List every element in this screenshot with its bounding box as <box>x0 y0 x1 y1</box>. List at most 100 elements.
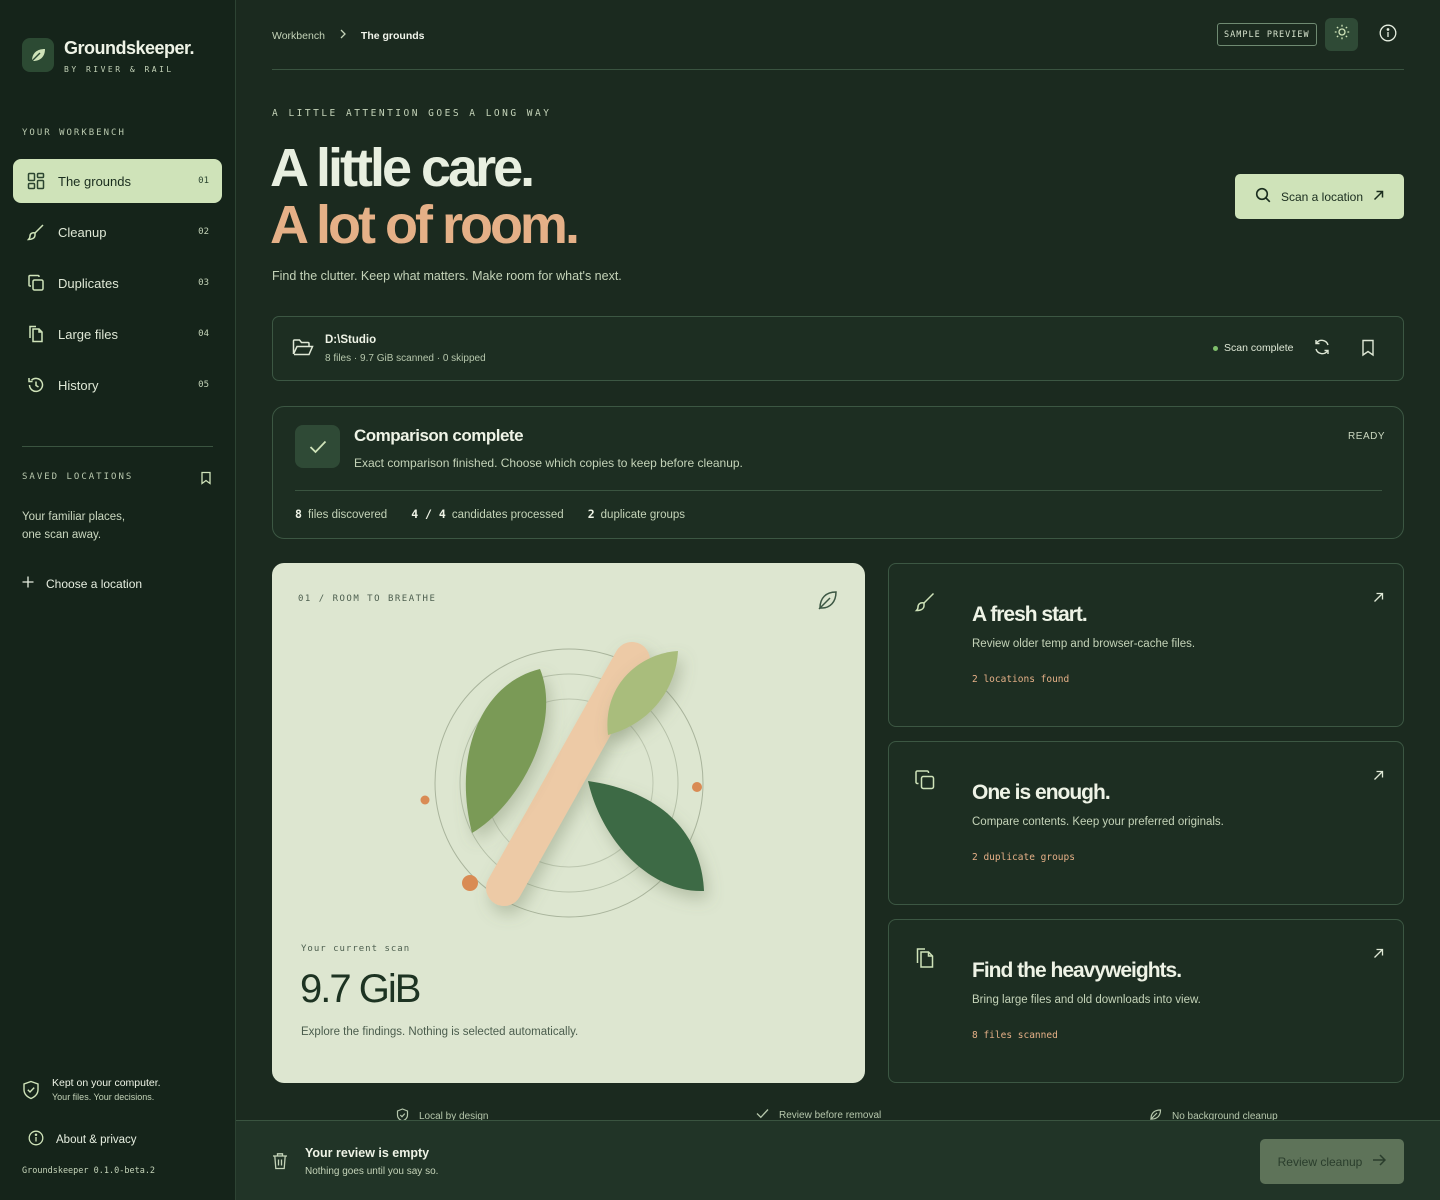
sidebar-item-number: 02 <box>198 227 209 237</box>
assurances-strip: Local by design Review before removal No… <box>236 1104 1440 1120</box>
stat-candidates-processed: 4 / 4 candidates processed <box>411 507 564 521</box>
privacy-subtitle: Your files. Your decisions. <box>52 1092 155 1102</box>
workbench-label: YOUR WORKBENCH <box>22 128 126 138</box>
comparison-description: Exact comparison finished. Choose which … <box>354 456 743 470</box>
assurance-label: Local by design <box>419 1111 489 1120</box>
copy-icon <box>26 273 46 293</box>
brush-icon <box>26 222 46 242</box>
header-divider <box>272 69 1404 70</box>
theme-toggle-button[interactable] <box>1325 18 1358 51</box>
scan-location-button[interactable]: Scan a location <box>1235 174 1404 219</box>
room-card-label: 01 / ROOM TO BREATHE <box>298 594 437 604</box>
sidebar-item-history[interactable]: History 05 <box>13 363 222 407</box>
stat-label: candidates processed <box>451 509 564 521</box>
check-icon <box>295 425 340 468</box>
sidebar-item-duplicates[interactable]: Duplicates 03 <box>13 261 222 305</box>
about-label: About & privacy <box>56 1133 137 1146</box>
history-icon <box>26 375 46 395</box>
assurance-review: Review before removal <box>756 1108 881 1120</box>
comparison-panel: Comparison complete Exact comparison fin… <box>272 406 1404 539</box>
comparison-stats: 8 files discovered 4 / 4 candidates proces… <box>295 507 685 521</box>
review-subtitle: Nothing goes until you say so. <box>305 1166 439 1177</box>
trash-icon <box>272 1152 288 1175</box>
sidebar-item-label: Large files <box>58 326 118 342</box>
brand-name: Groundskeeper. <box>64 38 195 58</box>
info-button[interactable] <box>1376 23 1400 47</box>
stat-value: 2 <box>587 507 595 521</box>
bookmark-icon[interactable] <box>1360 339 1376 362</box>
sidebar-item-the-grounds[interactable]: The grounds 01 <box>13 159 222 203</box>
current-scan-size: 9.7 GiB <box>300 967 421 1011</box>
stat-duplicate-groups: 2 duplicate groups <box>588 507 685 521</box>
review-cleanup-button[interactable]: Review cleanup <box>1260 1139 1404 1184</box>
leaf-icon <box>1149 1108 1162 1120</box>
choose-location-button[interactable]: Choose a location <box>22 576 142 591</box>
scan-status: Scan complete <box>1213 342 1293 354</box>
sidebar-item-label: Duplicates <box>58 275 119 291</box>
leaf-logo-icon <box>22 38 54 72</box>
card-find-heavyweights[interactable]: Find the heavyweights. Bring large files… <box>888 919 1404 1083</box>
card-title: One is enough. <box>972 781 1111 804</box>
plus-icon <box>22 576 34 591</box>
arrow-up-right-icon <box>1373 768 1384 786</box>
card-fresh-start[interactable]: A fresh start. Review older temp and bro… <box>888 563 1404 727</box>
sun-icon <box>1334 24 1350 45</box>
review-cleanup-label: Review cleanup <box>1277 1154 1363 1169</box>
privacy-title: Kept on your computer. <box>52 1077 161 1089</box>
card-description: Review older temp and browser-cache file… <box>972 638 1196 650</box>
saved-locations-description: Your familiar places, one scan away. <box>22 508 162 544</box>
brush-icon <box>914 591 936 618</box>
info-icon <box>1379 24 1397 47</box>
scanned-location-bar: D:\Studio 8 files · 9.7 GiB scanned · 0 … <box>272 316 1404 381</box>
breadcrumb-root[interactable]: Workbench <box>272 30 325 42</box>
sidebar: Groundskeeper. BY RIVER & RAIL YOUR WORK… <box>0 0 236 1200</box>
card-title: A fresh start. <box>972 603 1088 626</box>
arrow-up-right-icon <box>1373 190 1384 204</box>
location-meta: 8 files · 9.7 GiB scanned · 0 skipped <box>325 353 486 364</box>
assurance-label: Review before removal <box>779 1109 882 1121</box>
room-card-description: Explore the findings. Nothing is selecte… <box>301 1026 579 1038</box>
chevron-right-icon <box>339 29 347 42</box>
assurance-no-background: No background cleanup <box>1149 1108 1278 1120</box>
card-description: Compare contents. Keep your preferred or… <box>972 816 1224 828</box>
assurance-local: Local by design <box>396 1108 489 1120</box>
breadcrumb: Workbench The grounds <box>272 29 425 42</box>
status-badge: READY <box>1348 431 1385 442</box>
sample-preview-badge: SAMPLE PREVIEW <box>1217 23 1317 46</box>
folder-open-icon <box>292 338 314 363</box>
arrow-up-right-icon <box>1373 946 1384 964</box>
stat-files-discovered: 8 files discovered <box>295 507 387 521</box>
info-icon <box>28 1130 44 1149</box>
refresh-icon[interactable] <box>1313 338 1331 361</box>
sidebar-item-cleanup[interactable]: Cleanup 02 <box>13 210 222 254</box>
card-note: 2 duplicate groups <box>972 852 1075 863</box>
location-path: D:\Studio <box>325 334 377 346</box>
sidebar-item-large-files[interactable]: Large files 04 <box>13 312 222 356</box>
review-title: Your review is empty <box>305 1146 430 1160</box>
scan-status-label: Scan complete <box>1224 342 1294 354</box>
card-one-is-enough[interactable]: One is enough. Compare contents. Keep yo… <box>888 741 1404 905</box>
brand-subtitle: BY RIVER & RAIL <box>64 65 174 74</box>
copy-icon <box>914 769 936 796</box>
grid-icon <box>26 171 46 191</box>
review-bar: Your review is empty Nothing goes until … <box>236 1120 1440 1200</box>
about-privacy-link[interactable]: About & privacy <box>28 1130 137 1149</box>
hero-eyebrow: A LITTLE ATTENTION GOES A LONG WAY <box>272 108 552 119</box>
bookmark-icon[interactable] <box>199 471 213 490</box>
stat-label: files discovered <box>307 509 388 521</box>
card-description: Bring large files and old downloads into… <box>972 994 1201 1006</box>
room-to-breathe-card: 01 / ROOM TO BREATHE Your current scan 9… <box>272 563 865 1083</box>
current-scan-caption: Your current scan <box>301 944 411 954</box>
version-label: Groundskeeper 0.1.0-beta.2 <box>22 1166 156 1176</box>
breadcrumb-current: The grounds <box>360 29 425 42</box>
shield-check-icon <box>396 1108 409 1120</box>
search-icon <box>1255 187 1271 206</box>
saved-desc-line: one scan away. <box>22 529 102 541</box>
sidebar-item-number: 03 <box>198 278 209 288</box>
sidebar-item-number: 01 <box>198 176 209 186</box>
status-dot-icon <box>1213 345 1218 351</box>
card-title: Find the heavyweights. <box>972 959 1182 982</box>
shield-check-icon <box>22 1080 40 1105</box>
files-icon <box>914 947 936 974</box>
arrow-up-right-icon <box>1373 590 1384 608</box>
